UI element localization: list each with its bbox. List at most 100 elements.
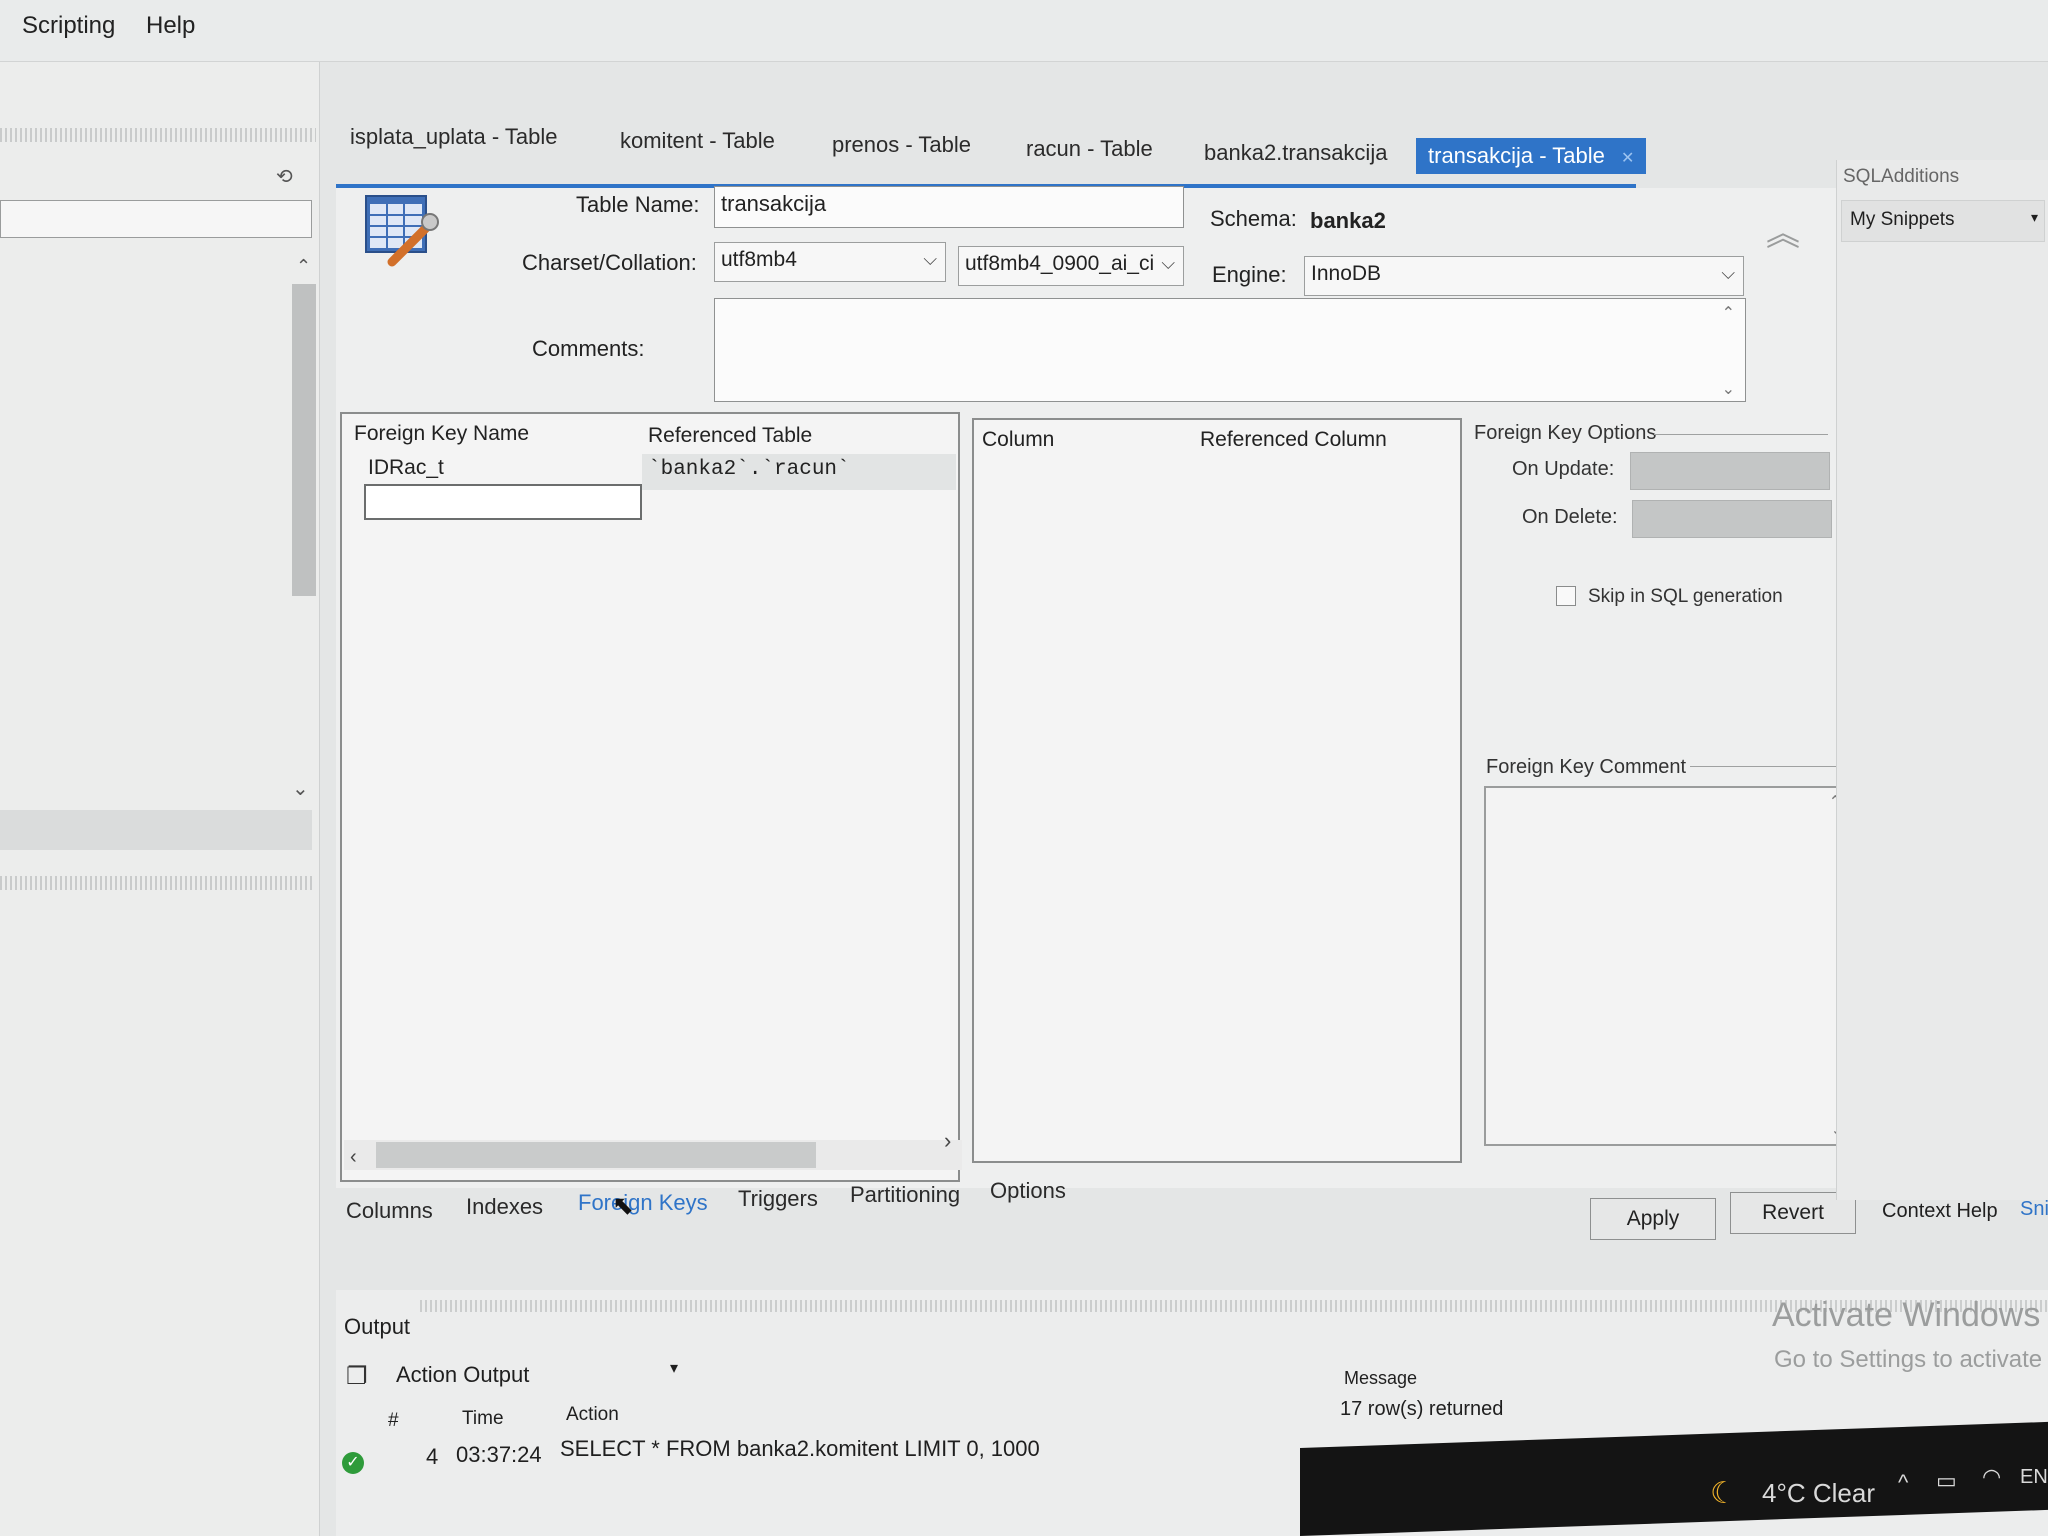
moon-icon: ☾: [1710, 1477, 1737, 1510]
output-col-action: Action: [566, 1404, 619, 1425]
output-row-time: 03:37:24: [456, 1442, 542, 1467]
tab-prenos[interactable]: prenos - Table: [832, 132, 971, 158]
tab-label: transakcija - Table: [1428, 143, 1605, 168]
output-selector[interactable]: Action Output: [396, 1362, 529, 1388]
new-fk-name-input[interactable]: [364, 484, 642, 520]
refresh-icon[interactable]: ⟲: [276, 164, 293, 189]
scroll-left-icon[interactable]: ‹: [350, 1146, 357, 1169]
sql-additions-panel: SQLAdditions My Snippets ▾: [1836, 160, 2048, 1200]
copy-icon[interactable]: ❐: [346, 1362, 368, 1391]
chevron-up-icon[interactable]: ^: [1898, 1470, 1908, 1496]
on-update-label: On Update:: [1512, 458, 1615, 480]
scroll-up-icon[interactable]: ⌃: [296, 256, 311, 277]
referenced-table-cell[interactable]: `banka2`.`racun`: [648, 458, 850, 481]
charset-value: utf8mb4: [721, 248, 797, 271]
column-header[interactable]: Column: [982, 428, 1054, 452]
output-col-num: #: [388, 1410, 399, 1431]
chevron-down-icon: ⌵: [923, 249, 937, 269]
table-name-value: transakcija: [721, 191, 827, 216]
on-update-select[interactable]: [1630, 452, 1830, 490]
apply-button[interactable]: Apply: [1590, 1198, 1716, 1240]
sidebar-grip-2[interactable]: [0, 876, 312, 890]
close-icon[interactable]: ✕: [1621, 150, 1634, 167]
menu-help[interactable]: Help: [146, 12, 195, 40]
scroll-down-icon[interactable]: ⌄: [292, 776, 309, 801]
sidebar-grip[interactable]: [0, 128, 316, 142]
skip-sql-checkbox[interactable]: [1556, 586, 1576, 606]
divider: [1690, 766, 1840, 767]
comments-textarea[interactable]: ⌃ ⌄: [714, 298, 1746, 402]
engine-label: Engine:: [1212, 262, 1287, 287]
subtab-foreign-keys[interactable]: Foreign Keys: [578, 1190, 708, 1216]
menu-bar: Scripting Help: [0, 0, 2048, 62]
foreign-key-grid[interactable]: Foreign Key Name Referenced Table IDRac_…: [340, 412, 960, 1182]
language-indicator[interactable]: EN: [2020, 1466, 2048, 1489]
chevron-down-icon: ⌵: [1161, 253, 1175, 273]
menu-scripting[interactable]: Scripting: [22, 12, 115, 40]
chevron-down-icon[interactable]: ▾: [670, 1358, 678, 1378]
scroll-up-icon[interactable]: ⌃: [1722, 303, 1735, 323]
subtab-options[interactable]: Options: [990, 1178, 1066, 1204]
output-row-message: 17 row(s) returned: [1340, 1398, 1504, 1420]
chevron-down-icon: ⌵: [1721, 263, 1735, 283]
output-col-message: Message: [1344, 1368, 1418, 1388]
sidebar-section-band: [0, 810, 312, 850]
output-col-time: Time: [462, 1408, 504, 1429]
subtab-partitioning[interactable]: Partitioning: [850, 1182, 960, 1208]
subtab-indexes[interactable]: Indexes: [466, 1194, 543, 1220]
skip-sql-label: Skip in SQL generation: [1588, 586, 1783, 607]
engine-select[interactable]: InnoDB ⌵: [1304, 256, 1744, 296]
chevron-down-icon: ▾: [2030, 209, 2038, 225]
scroll-right-icon[interactable]: ›: [944, 1128, 951, 1154]
document-tabbar: isplata_uplata - Table komitent - Table …: [336, 118, 1647, 192]
subtab-triggers[interactable]: Triggers: [738, 1186, 818, 1212]
output-row-num: 4: [426, 1444, 439, 1469]
divider: [1654, 434, 1828, 435]
mouse-cursor-icon: ⬉: [612, 1190, 634, 1220]
referenced-column-header[interactable]: Referenced Column: [1200, 428, 1387, 452]
tab-transakcija-active[interactable]: transakcija - Table ✕: [1416, 138, 1647, 174]
activate-windows-title: Activate Windows: [1772, 1296, 2041, 1334]
snippets-tab[interactable]: Sni: [2020, 1198, 2048, 1221]
table-name-input[interactable]: transakcija: [714, 186, 1184, 228]
tab-isplata-uplata[interactable]: isplata_uplata - Table: [350, 124, 558, 150]
table-name-label: Table Name:: [576, 192, 700, 217]
schema-value: banka2: [1310, 208, 1386, 233]
referenced-table-header[interactable]: Referenced Table: [648, 424, 812, 448]
activate-windows-subtitle: Go to Settings to activate: [1774, 1346, 2043, 1373]
collation-select[interactable]: utf8mb4_0900_ai_ci ⌵: [958, 246, 1184, 286]
tab-banka2-transakcija[interactable]: banka2.transakcija: [1204, 140, 1387, 166]
weather-text[interactable]: 4°C Clear: [1762, 1478, 1875, 1509]
charset-select[interactable]: utf8mb4 ⌵: [714, 242, 946, 282]
output-row-action[interactable]: SELECT * FROM banka2.komitent LIMIT 0, 1…: [560, 1436, 1040, 1462]
collapse-icon[interactable]: ︽: [1766, 206, 1800, 255]
battery-icon[interactable]: ▭: [1936, 1468, 1957, 1494]
snippets-value: My Snippets: [1850, 209, 1955, 230]
fk-grid-hscroll-thumb[interactable]: [376, 1142, 816, 1168]
fk-name-cell[interactable]: IDRac_t: [368, 456, 444, 480]
collation-value: utf8mb4_0900_ai_ci: [965, 252, 1155, 275]
subtab-columns[interactable]: Columns: [346, 1198, 433, 1224]
context-help-tab[interactable]: Context Help: [1882, 1200, 1998, 1223]
table-editor-icon: [365, 195, 439, 267]
tab-racun[interactable]: racun - Table: [1026, 136, 1153, 162]
fk-comment-title: Foreign Key Comment: [1486, 756, 1687, 778]
on-delete-label: On Delete:: [1522, 506, 1618, 528]
wifi-icon[interactable]: ◠: [1982, 1464, 2001, 1490]
sidebar-filter-input[interactable]: [0, 200, 312, 238]
success-icon: ✓: [342, 1452, 364, 1474]
schema-label: Schema:: [1210, 206, 1297, 231]
on-delete-select[interactable]: [1632, 500, 1832, 538]
snippets-select[interactable]: My Snippets ▾: [1841, 200, 2045, 242]
tab-komitent[interactable]: komitent - Table: [620, 128, 775, 154]
engine-value: InnoDB: [1311, 262, 1382, 285]
column-mapping-grid[interactable]: Column Referenced Column: [972, 418, 1462, 1163]
fk-options-title: Foreign Key Options: [1474, 422, 1657, 444]
left-sidebar: [0, 62, 320, 1536]
sql-additions-title: SQLAdditions: [1843, 166, 1960, 187]
output-title: Output: [344, 1314, 411, 1339]
fk-comment-textarea[interactable]: ⌃ ⌄: [1484, 786, 1854, 1146]
sidebar-scroll-thumb[interactable]: [292, 284, 316, 596]
scroll-down-icon[interactable]: ⌄: [1722, 379, 1735, 399]
fk-name-header[interactable]: Foreign Key Name: [354, 422, 529, 446]
